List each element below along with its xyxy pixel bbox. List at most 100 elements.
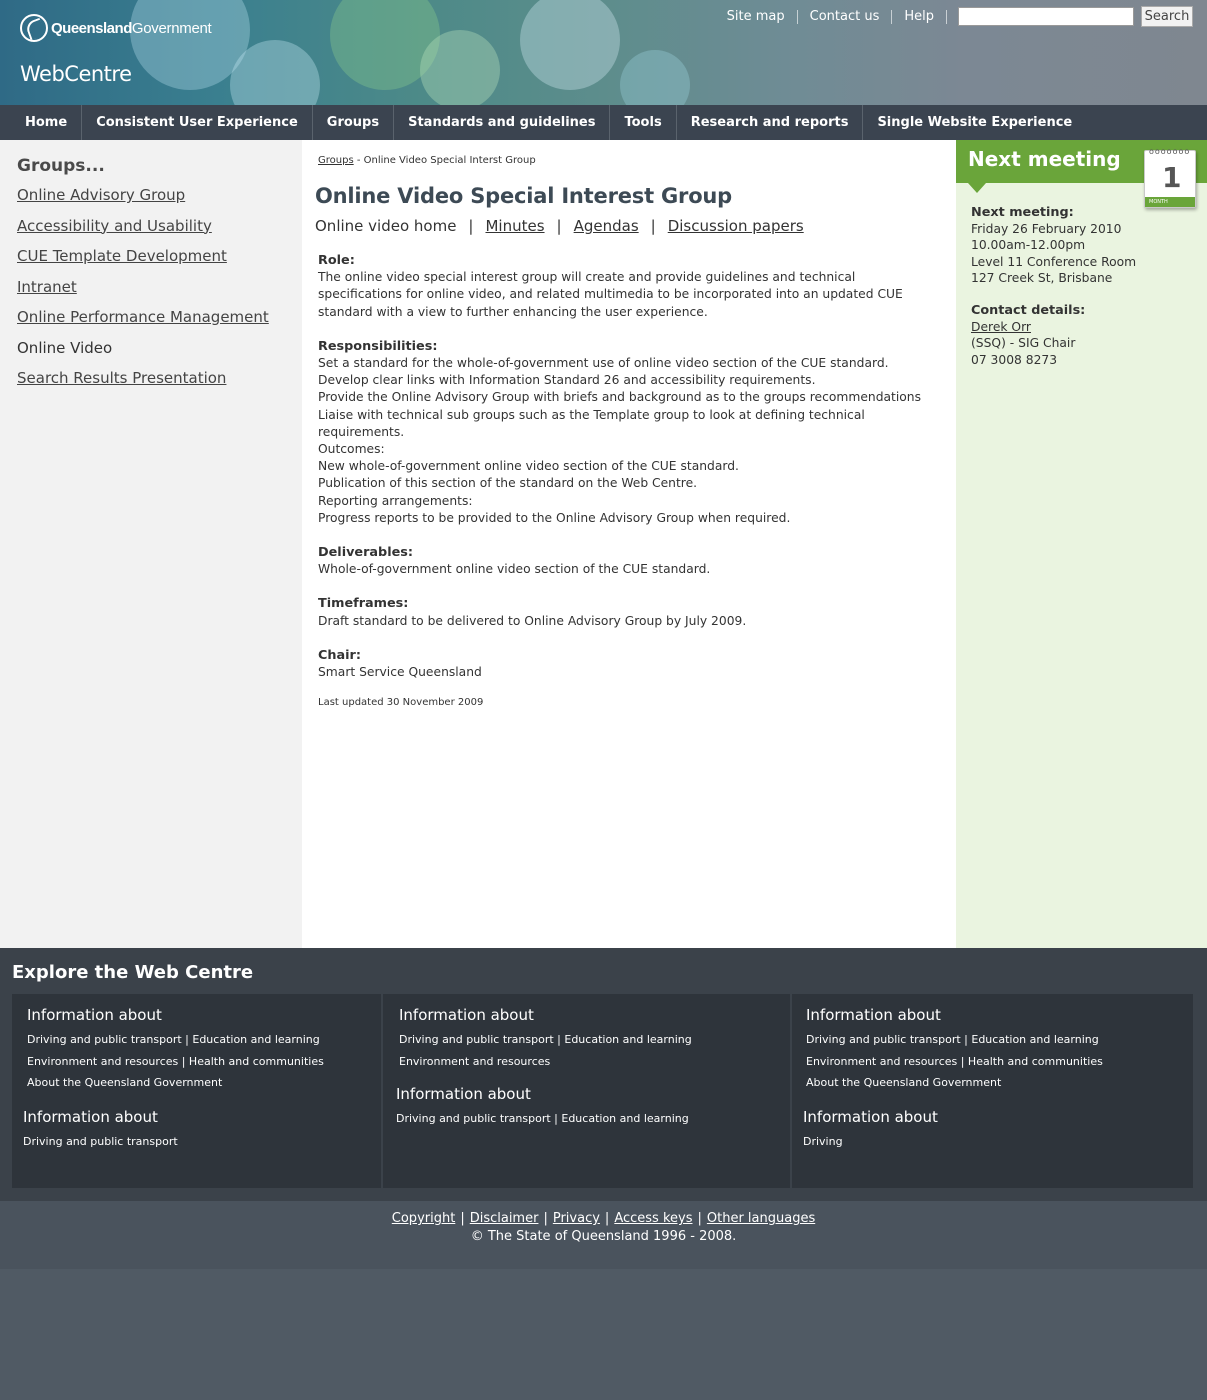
site-title[interactable]: WebCentre xyxy=(20,62,132,86)
info-links[interactable]: Driving and public transport xyxy=(23,1131,178,1153)
info-heading: Information about xyxy=(396,1085,531,1103)
site-header: Queensland Government WebCentre Site map… xyxy=(0,0,1207,105)
info-group: Information about Driving and public tra… xyxy=(23,1108,178,1153)
main-content: Groups - Online Video Special Interst Gr… xyxy=(302,140,956,948)
chair-section: Chair: Smart Service Queensland xyxy=(318,647,928,681)
access-keys-link[interactable]: Access keys xyxy=(614,1211,692,1226)
info-links[interactable]: Environment and resources | Health and c… xyxy=(806,1051,1103,1073)
deliverables-text: Whole-of-government online video section… xyxy=(318,562,711,577)
search-input[interactable] xyxy=(958,7,1134,26)
info-links[interactable]: Driving and public transport | Education… xyxy=(806,1029,1103,1051)
info-links[interactable]: About the Queensland Government xyxy=(27,1072,324,1094)
sidebar-item-online-advisory-group[interactable]: Online Advisory Group xyxy=(17,187,302,204)
info-heading: Information about xyxy=(27,1006,162,1024)
subnav-current: Online video home xyxy=(315,217,457,235)
calendar-rings-icon: ooooooo xyxy=(1149,147,1191,156)
responsibility-line: New whole-of-government online video sec… xyxy=(318,459,739,474)
nav-home[interactable]: Home xyxy=(0,105,83,140)
responsibility-line: Publication of this section of the stand… xyxy=(318,476,698,491)
logo-primary-text: Queensland xyxy=(51,19,132,37)
nav-consistent-user-experience[interactable]: Consistent User Experience xyxy=(82,105,313,140)
responsibility-line: Provide the Online Advisory Group with b… xyxy=(318,390,922,405)
info-links[interactable]: Driving xyxy=(803,1131,938,1153)
chair-text: Smart Service Queensland xyxy=(318,665,482,680)
info-links[interactable]: Driving and public transport | Education… xyxy=(396,1108,689,1130)
info-group: Information about Driving and public tra… xyxy=(396,1085,689,1130)
sidebar-item-online-performance-management[interactable]: Online Performance Management xyxy=(17,309,302,326)
breadcrumb-groups-link[interactable]: Groups xyxy=(318,155,354,166)
contact-name-link[interactable]: Derek Orr xyxy=(971,320,1031,334)
meeting-date: Friday 26 February 2010 xyxy=(971,222,1122,237)
info-links[interactable]: Environment and resources | Health and c… xyxy=(27,1051,324,1073)
search-button[interactable]: Search xyxy=(1141,6,1193,27)
header-decoration xyxy=(520,0,620,90)
sidebar-item-intranet[interactable]: Intranet xyxy=(17,278,302,296)
sidebar-item-search-results-presentation[interactable]: Search Results Presentation xyxy=(17,370,302,387)
sidebar-item-accessibility-and-usability[interactable]: Accessibility and Usability xyxy=(17,217,302,235)
legal-separator: | xyxy=(460,1211,465,1226)
calendar-icon: ooooooo 1 MONTH xyxy=(1144,147,1196,208)
explore-title: Explore the Web Centre xyxy=(12,962,254,983)
info-heading: Information about xyxy=(399,1006,534,1024)
page-title: Online Video Special Interest Group xyxy=(315,184,733,208)
subnav-separator: | xyxy=(468,217,474,235)
role-section: Role: The online video special interest … xyxy=(318,252,928,321)
info-links[interactable]: About the Queensland Government xyxy=(806,1072,1103,1094)
sub-navigation: Online video home | Minutes | Agendas | … xyxy=(315,217,804,235)
deliverables-section: Deliverables: Whole-of-government online… xyxy=(318,544,928,578)
subnav-agendas-link[interactable]: Agendas xyxy=(574,217,639,235)
info-group: Information about Driving and public tra… xyxy=(399,1006,692,1072)
qg-emblem-icon xyxy=(20,14,48,42)
responsibilities-section: Responsibilities: Set a standard for the… xyxy=(318,338,928,527)
breadcrumb: Groups - Online Video Special Interst Gr… xyxy=(318,155,536,166)
contact-us-link[interactable]: Contact us xyxy=(798,9,893,24)
info-links[interactable]: Environment and resources xyxy=(399,1051,692,1073)
timeframes-heading: Timeframes: xyxy=(318,596,409,612)
responsibility-line: Liaise with technical sub groups such as… xyxy=(318,407,865,439)
last-updated: Last updated 30 November 2009 xyxy=(318,697,484,709)
explore-panel: Information about Driving and public tra… xyxy=(383,994,790,1188)
main-nav: Home Consistent User Experience Groups S… xyxy=(0,105,1207,140)
calendar-label: MONTH xyxy=(1145,197,1195,207)
nav-research-and-reports[interactable]: Research and reports xyxy=(677,105,864,140)
copyright-notice: © The State of Queensland 1996 - 2008. xyxy=(470,1229,737,1244)
sidebar-item-cue-template-development[interactable]: CUE Template Development xyxy=(17,248,302,265)
meeting-time: 10.00am-12.00pm xyxy=(971,238,1086,253)
info-links[interactable]: Driving and public transport | Education… xyxy=(399,1029,692,1051)
breadcrumb-separator: - xyxy=(353,155,364,166)
help-link[interactable]: Help xyxy=(892,9,947,24)
nav-tools[interactable]: Tools xyxy=(610,105,677,140)
role-heading: Role: xyxy=(318,253,355,268)
info-group: Information about Driving and public tra… xyxy=(806,1006,1103,1094)
sidebar-title: Groups... xyxy=(17,156,105,176)
site-map-link[interactable]: Site map xyxy=(715,9,798,24)
info-heading: Information about xyxy=(806,1006,941,1024)
meeting-room: Level 11 Conference Room xyxy=(971,254,1137,269)
legal-separator: | xyxy=(604,1211,610,1226)
page-bottom xyxy=(0,1269,1207,1400)
explore-panel: Information about Driving and public tra… xyxy=(792,994,1193,1188)
queensland-government-logo[interactable]: Queensland Government xyxy=(20,14,212,42)
legal-separator: | xyxy=(543,1211,548,1226)
subnav-discussion-papers-link[interactable]: Discussion papers xyxy=(668,217,804,235)
contact-heading: Contact details: xyxy=(971,303,1086,319)
info-links[interactable]: Driving and public transport | Education… xyxy=(27,1029,324,1051)
meeting-heading: Next meeting: xyxy=(971,205,1074,220)
other-languages-link[interactable]: Other languages xyxy=(707,1211,815,1226)
info-heading: Information about xyxy=(803,1108,938,1126)
privacy-link[interactable]: Privacy xyxy=(553,1211,600,1226)
responsibility-line: Set a standard for the whole-of-governme… xyxy=(318,356,889,371)
subnav-separator: | xyxy=(650,217,656,235)
info-heading: Information about xyxy=(23,1108,158,1126)
copyright-link[interactable]: Copyright xyxy=(392,1211,456,1226)
nav-standards-and-guidelines[interactable]: Standards and guidelines xyxy=(394,105,611,140)
subnav-minutes-link[interactable]: Minutes xyxy=(485,217,544,235)
explore-footer: Explore the Web Centre Information about… xyxy=(0,948,1207,1201)
info-group: Information about Driving and public tra… xyxy=(27,1006,324,1094)
header-decoration xyxy=(620,50,690,105)
disclaimer-link[interactable]: Disclaimer xyxy=(470,1211,539,1226)
responsibility-line: Progress reports to be provided to the O… xyxy=(318,510,791,525)
nav-groups[interactable]: Groups xyxy=(313,105,395,140)
meeting-address: 127 Creek St, Brisbane xyxy=(971,270,1113,285)
nav-single-website-experience[interactable]: Single Website Experience xyxy=(863,105,1086,140)
